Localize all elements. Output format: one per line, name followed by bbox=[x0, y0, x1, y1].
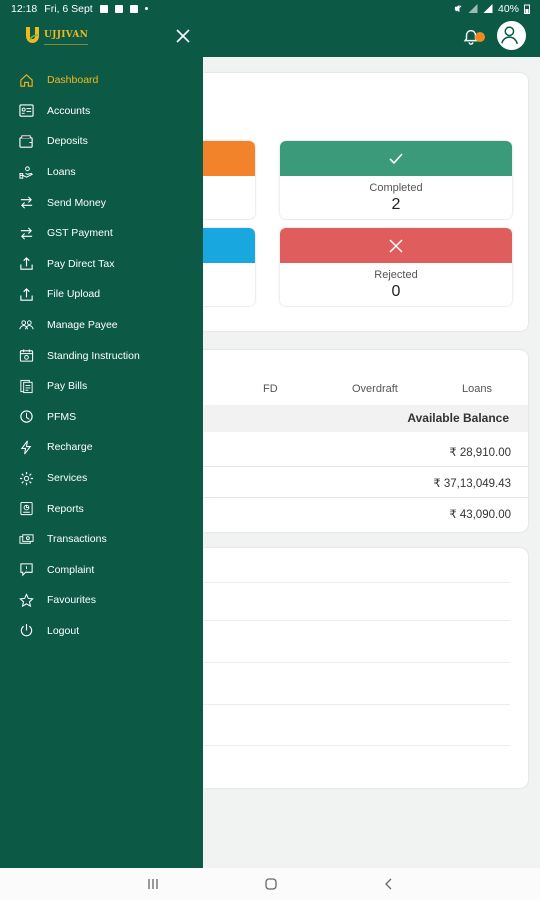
wifi-signal-icon bbox=[483, 4, 493, 13]
brand-name: UJJIVAN bbox=[44, 30, 89, 40]
rejected-label: Rejected bbox=[374, 269, 418, 281]
notification-badge bbox=[475, 32, 485, 42]
balance-value: ₹ 43,090.00 bbox=[449, 509, 511, 521]
balance-value: ₹ 28,910.00 bbox=[449, 447, 511, 459]
drawer-menu: Dashboard Accounts Deposits Loans Send M… bbox=[0, 65, 203, 646]
menu-item-pay-bills[interactable]: Pay Bills bbox=[0, 371, 203, 402]
divider bbox=[180, 662, 510, 663]
menu-item-standing-instruction[interactable]: Standing Instruction bbox=[0, 340, 203, 371]
notification-icon bbox=[114, 4, 123, 13]
tab-overdraft[interactable]: Overdraft bbox=[352, 383, 398, 395]
home-icon bbox=[18, 72, 34, 88]
menu-item-deposits[interactable]: Deposits bbox=[0, 126, 203, 157]
cash-icon bbox=[18, 531, 34, 547]
signal-icon bbox=[468, 4, 478, 13]
status-date: Fri, 6 Sept bbox=[44, 2, 93, 15]
rejected-count: 0 bbox=[391, 283, 401, 300]
tab-fd[interactable]: FD bbox=[263, 383, 278, 395]
transaction-status-card: Completed 2 Rejected 0 bbox=[160, 73, 528, 331]
ujjivan-logo-icon bbox=[26, 26, 39, 43]
divider bbox=[180, 704, 510, 705]
brand-tagline-line bbox=[44, 44, 88, 45]
upload-icon bbox=[18, 256, 34, 272]
menu-item-manage-payee[interactable]: Manage Payee bbox=[0, 310, 203, 341]
menu-item-favourites[interactable]: Favourites bbox=[0, 585, 203, 616]
upload-icon bbox=[18, 286, 34, 302]
balance-value: ₹ 37,13,049.43 bbox=[433, 478, 511, 490]
bolt-icon bbox=[18, 439, 34, 455]
rejected-tile[interactable]: Rejected 0 bbox=[280, 228, 512, 306]
transfer-icon bbox=[18, 195, 34, 211]
user-icon bbox=[500, 26, 519, 45]
notification-icon bbox=[99, 4, 108, 13]
gear-icon bbox=[18, 470, 34, 486]
bills-icon bbox=[18, 378, 34, 394]
empty-content-card bbox=[160, 548, 528, 788]
star-icon bbox=[18, 592, 34, 608]
battery-percent: 40% bbox=[497, 2, 519, 15]
system-navigation-bar bbox=[0, 868, 540, 900]
status-time: 12:18 bbox=[11, 2, 38, 15]
home-button-icon[interactable] bbox=[263, 877, 279, 891]
menu-item-file-upload[interactable]: File Upload bbox=[0, 279, 203, 310]
status-bar: 12:18 Fri, 6 Sept 40% bbox=[0, 0, 540, 17]
account-type-tabs: FD Overdraft Loans bbox=[160, 380, 528, 400]
available-balance-header: Available Balance bbox=[407, 411, 509, 425]
menu-item-pfms[interactable]: PFMS bbox=[0, 402, 203, 433]
menu-item-dashboard[interactable]: Dashboard bbox=[0, 65, 203, 96]
menu-item-logout[interactable]: Logout bbox=[0, 616, 203, 647]
battery-icon bbox=[524, 4, 530, 14]
menu-item-services[interactable]: Services bbox=[0, 463, 203, 494]
chat-icon bbox=[18, 562, 34, 578]
users-icon bbox=[18, 317, 34, 333]
completed-count: 2 bbox=[391, 196, 401, 213]
menu-item-complaint[interactable]: Complaint bbox=[0, 555, 203, 586]
menu-item-gst-payment[interactable]: GST Payment bbox=[0, 218, 203, 249]
more-notifications-icon bbox=[144, 7, 148, 10]
brand-logo: UJJIVAN bbox=[25, 24, 88, 45]
pfms-icon bbox=[18, 409, 34, 425]
completed-label: Completed bbox=[369, 182, 423, 194]
tab-loans[interactable]: Loans bbox=[462, 383, 492, 395]
menu-item-loans[interactable]: Loans bbox=[0, 157, 203, 188]
menu-item-reports[interactable]: Reports bbox=[0, 493, 203, 524]
deposits-icon bbox=[18, 133, 34, 149]
accounts-icon bbox=[18, 103, 34, 119]
loans-icon bbox=[18, 164, 34, 180]
cross-icon bbox=[389, 238, 403, 253]
balance-header: Available Balance bbox=[160, 405, 528, 432]
navigation-drawer: UJJIVAN Dashboard Accounts Deposits Loan… bbox=[0, 17, 203, 868]
transfer-icon bbox=[18, 225, 34, 241]
profile-avatar[interactable] bbox=[497, 21, 526, 50]
reports-icon bbox=[18, 501, 34, 517]
rejected-tile-header bbox=[280, 228, 512, 263]
menu-item-transactions[interactable]: Transactions bbox=[0, 524, 203, 555]
table-row[interactable]: ₹ 37,13,049.43 bbox=[160, 467, 528, 498]
menu-item-send-money[interactable]: Send Money bbox=[0, 187, 203, 218]
menu-item-pay-direct-tax[interactable]: Pay Direct Tax bbox=[0, 249, 203, 280]
completed-tile[interactable]: Completed 2 bbox=[280, 141, 512, 219]
close-icon[interactable] bbox=[174, 27, 192, 45]
back-icon[interactable] bbox=[381, 877, 397, 891]
menu-item-recharge[interactable]: Recharge bbox=[0, 432, 203, 463]
power-icon bbox=[18, 623, 34, 639]
menu-item-accounts[interactable]: Accounts bbox=[0, 96, 203, 127]
calendar-icon bbox=[18, 348, 34, 364]
divider bbox=[180, 582, 510, 583]
notification-icon bbox=[129, 4, 138, 13]
table-row[interactable]: ₹ 28,910.00 bbox=[160, 436, 528, 467]
checkmark-icon bbox=[389, 152, 403, 164]
divider bbox=[180, 745, 510, 746]
table-row[interactable]: ₹ 43,090.00 bbox=[160, 498, 528, 529]
completed-tile-header bbox=[280, 141, 512, 176]
recent-apps-icon[interactable] bbox=[145, 877, 161, 891]
mute-icon bbox=[454, 4, 462, 13]
divider bbox=[180, 620, 510, 621]
